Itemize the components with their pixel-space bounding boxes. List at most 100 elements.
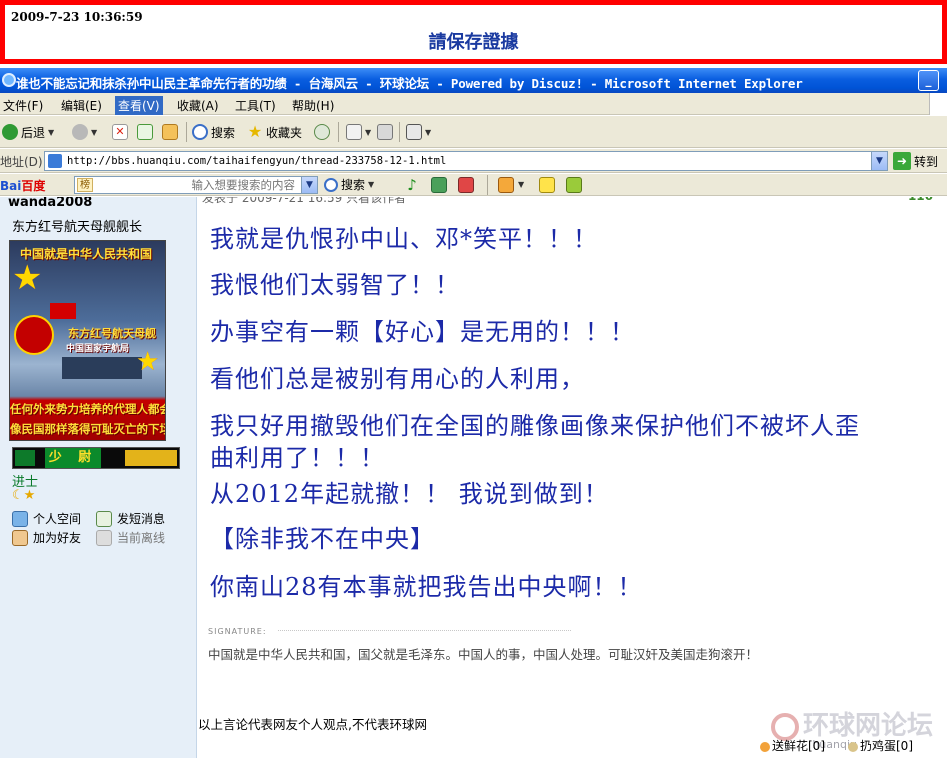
popup-block-icon[interactable] (566, 177, 582, 193)
highlight-icon[interactable] (539, 177, 555, 193)
chevron-down-icon[interactable]: ▼ (368, 180, 374, 189)
chevron-down-icon[interactable]: ▼ (518, 180, 524, 189)
signature-label: SIGNATURE: (208, 627, 267, 636)
menu-file[interactable]: 文件(F) (0, 96, 46, 115)
back-button[interactable]: 后退 ▼ (2, 122, 54, 142)
toolbar-separator (399, 122, 400, 142)
star-icon: ★ (12, 258, 43, 298)
history-icon (314, 124, 330, 140)
menu-tools[interactable]: 工具(T) (232, 96, 279, 115)
forward-arrow-icon (72, 124, 88, 140)
refresh-button[interactable] (137, 122, 153, 142)
toolbar-separator (338, 122, 339, 142)
menu-view[interactable]: 查看(V) (115, 96, 163, 115)
author-title: 东方红号航天母舰舰长 (12, 220, 143, 235)
minimize-button[interactable]: _ (918, 70, 939, 91)
favorites-button[interactable]: ★ 收藏夹 (247, 122, 302, 142)
post-line: 我就是仇恨孙中山、邓*笑平！！！ (210, 225, 598, 253)
refresh-icon (137, 124, 153, 140)
rank-badge-icon[interactable]: 榜 (77, 178, 93, 192)
post-line: 【除非我不在中央】 (210, 525, 435, 553)
star-icon: ★ (247, 122, 263, 141)
music-icon[interactable]: ♪ (404, 177, 420, 193)
post-line: 我恨他们太弱智了！！ (210, 271, 460, 299)
edit-button[interactable]: ▼ (406, 122, 431, 142)
add-friend-link[interactable]: 加为好友 (12, 529, 81, 546)
mail-button[interactable]: ▼ (346, 122, 371, 142)
baidu-search-button[interactable]: 搜索 ▼ (324, 176, 374, 193)
baidu-search-input[interactable] (97, 177, 295, 193)
window-title-bar[interactable]: 谁也不能忘记和抹杀孙中山民主革命先行者的功绩 - 台海风云 - 环球论坛 - P… (0, 68, 947, 93)
print-button[interactable] (377, 122, 393, 142)
avatar[interactable]: 中国就是中华人民共和国 ★ 东方红号航天母舰 中国国家宇航局 ★ 任何外来势力培… (9, 240, 166, 441)
emblem-icon (14, 315, 54, 355)
author-username[interactable]: wanda2008 (8, 197, 92, 210)
address-label: 地址(D) (0, 155, 43, 169)
toolbar-separator (186, 122, 187, 142)
chevron-down-icon[interactable]: ▼ (871, 152, 887, 170)
flag-icon (50, 303, 76, 319)
menu-edit[interactable]: 编辑(E) (58, 96, 105, 115)
menu-help[interactable]: 帮助(H) (289, 96, 337, 115)
flower-icon (760, 741, 770, 752)
go-label: 转到 (914, 154, 939, 169)
search-button[interactable]: 搜索 (192, 122, 235, 142)
baidu-logo-text: Bai (0, 179, 22, 193)
search-label: 搜索 (211, 125, 236, 140)
profile-link[interactable]: 个人空间 (12, 510, 81, 527)
online-status-label: 当前离线 (117, 531, 166, 545)
avatar-caption-bottom1: 任何外来势力培养的代理人都会 (10, 402, 166, 416)
home-icon (162, 124, 178, 140)
baidu-search-box[interactable]: 榜 ▼ (74, 176, 318, 194)
disclaimer: 以上言论代表网友个人观点,不代表环球网 (198, 717, 427, 732)
send-message-link[interactable]: 发短消息 (96, 510, 165, 527)
search-icon (324, 177, 338, 192)
go-button[interactable]: ➜ 转到 (893, 152, 938, 170)
baidu-toolbar: Bai百度 榜 ▼ 搜索 ▼ ♪ ▼ (0, 174, 947, 196)
video-icon[interactable] (458, 177, 474, 193)
throw-egg-button[interactable]: 扔鸡蛋[0] (848, 737, 913, 754)
chevron-down-icon[interactable]: ▼ (425, 128, 431, 137)
back-arrow-icon (2, 124, 18, 140)
chevron-down-icon[interactable]: ▼ (91, 128, 97, 137)
baidu-search-label: 搜索 (341, 178, 366, 192)
insignia-icon (125, 450, 177, 466)
post-line: 你南山28有本事就把我告出中央啊！！ (210, 573, 643, 601)
post-line: 曲利用了！！！ (210, 444, 385, 472)
add-friend-label: 加为好友 (33, 531, 82, 545)
address-url[interactable]: http://bbs.huanqiu.com/taihaifengyun/thr… (67, 155, 446, 167)
page-icon (48, 154, 62, 168)
online-status: 当前离线 (96, 529, 165, 546)
toolbar-separator (487, 175, 488, 195)
image-icon[interactable] (431, 177, 447, 193)
history-button[interactable] (314, 122, 330, 142)
chevron-down-icon[interactable]: ▼ (365, 128, 371, 137)
offline-user-icon (96, 529, 112, 546)
address-input[interactable]: http://bbs.huanqiu.com/taihaifengyun/thr… (44, 151, 888, 171)
baidu-logo-cn: 百度 (21, 179, 46, 193)
post-author-sidebar: wanda2008 东方红号航天母舰舰长 中国就是中华人民共和国 ★ 东方红号航… (0, 197, 197, 758)
home-button[interactable] (162, 122, 178, 142)
chevron-down-icon[interactable]: ▼ (48, 128, 54, 137)
back-label: 后退 (21, 125, 46, 140)
post-meta: 发表于 2009-7-21 16:59 只看该作者 (202, 197, 407, 205)
stop-button[interactable]: ✕ (112, 122, 128, 142)
search-icon (192, 124, 208, 140)
stop-icon: ✕ (112, 124, 128, 140)
avatar-caption-bottom2: 像民国那样落得可耻灭亡的下场 (10, 422, 166, 436)
menu-favorites[interactable]: 收藏(A) (174, 96, 222, 115)
page-content: wanda2008 东方红号航天母舰舰长 中国就是中华人民共和国 ★ 东方红号航… (0, 197, 947, 758)
baidu-logo[interactable]: Bai百度 (0, 177, 45, 194)
address-bar: 地址(D) http://bbs.huanqiu.com/taihaifengy… (0, 149, 947, 173)
baidu-tools-icon[interactable] (498, 177, 514, 193)
chevron-down-icon[interactable]: ▼ (301, 177, 317, 193)
egg-icon (848, 741, 858, 752)
signature-divider (278, 630, 571, 631)
ship-icon (62, 357, 142, 379)
send-flower-button[interactable]: 送鲜花[0] (760, 737, 825, 754)
floor-number: 116 (908, 197, 933, 203)
capture-timestamp: 2009-7-23 10:36:59 (11, 10, 143, 24)
favorites-label: 收藏夹 (266, 125, 303, 140)
edit-page-icon (406, 124, 422, 140)
forward-button[interactable]: ▼ (72, 122, 97, 142)
